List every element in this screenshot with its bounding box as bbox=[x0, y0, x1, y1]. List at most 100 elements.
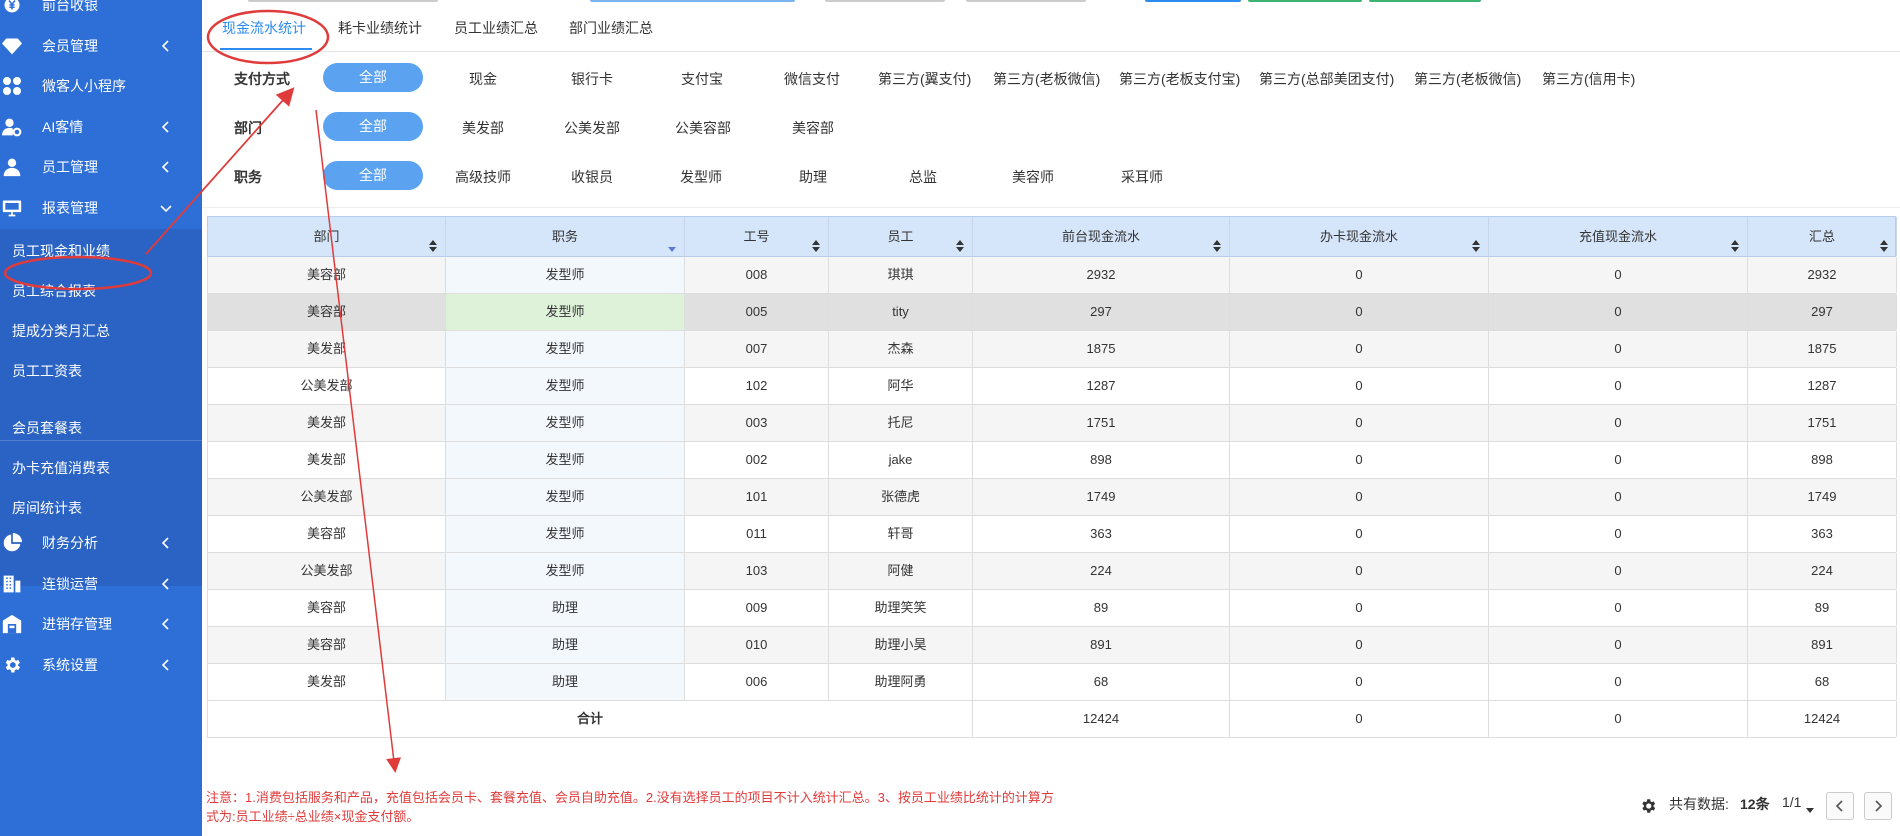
pager-pages[interactable]: 1/1 bbox=[1782, 794, 1801, 810]
sidebar-item-finance[interactable]: 财务分析 bbox=[0, 521, 202, 565]
sort-icon[interactable] bbox=[956, 229, 964, 252]
sidebar-item-reports[interactable]: 报表管理 bbox=[0, 186, 202, 230]
filter-option-role-4[interactable]: 助理 bbox=[799, 167, 827, 187]
table-cell: 005 bbox=[685, 294, 829, 330]
filter-option-payment-9[interactable]: 第三方(老板微信) bbox=[1414, 69, 1521, 89]
table-cell: 009 bbox=[685, 590, 829, 626]
sidebar-subitem-payroll[interactable]: 员工工资表 bbox=[0, 349, 202, 393]
filter-option-payment-2[interactable]: 银行卡 bbox=[571, 69, 613, 89]
prev-page-button[interactable] bbox=[1826, 792, 1854, 820]
sidebar-subitem-commission-monthly[interactable]: 提成分类月汇总 bbox=[0, 309, 202, 353]
sidebar-subitem-card-recharge[interactable]: 办卡充值消费表 bbox=[0, 446, 202, 490]
filter-option-role-7[interactable]: 采耳师 bbox=[1121, 167, 1163, 187]
sort-icon[interactable] bbox=[1213, 229, 1221, 252]
table-row[interactable]: 美发部 发型师 007 杰森 1875 0 0 1875 bbox=[207, 331, 1897, 368]
sort-desc-icon[interactable] bbox=[668, 229, 676, 252]
report-tabs: 现金流水统计 耗卡业绩统计 员工业绩汇总 部门业绩汇总 bbox=[202, 0, 1900, 52]
filter-option-role-6[interactable]: 美容师 bbox=[1012, 167, 1054, 187]
table-cell: 891 bbox=[1748, 627, 1897, 663]
filter-option-payment-3[interactable]: 支付宝 bbox=[681, 69, 723, 89]
column-header-6[interactable]: 充值现金流水 bbox=[1489, 217, 1748, 256]
filter-option-role-0[interactable]: 全部 bbox=[323, 161, 423, 190]
sidebar-item-inventory[interactable]: 进销存管理 bbox=[0, 602, 202, 646]
table-cell: 助理阿勇 bbox=[829, 664, 973, 700]
table-cell: 0 bbox=[1230, 516, 1489, 552]
column-header-0[interactable]: 部门 bbox=[208, 217, 446, 256]
table-cell: 0 bbox=[1489, 553, 1748, 589]
table-row[interactable]: 美容部 助理 010 助理小昊 891 0 0 891 bbox=[207, 627, 1897, 664]
sort-icon[interactable] bbox=[1880, 229, 1888, 252]
column-header-5[interactable]: 办卡现金流水 bbox=[1230, 217, 1489, 256]
table-cell: 0 bbox=[1230, 331, 1489, 367]
filter-option-department-0[interactable]: 全部 bbox=[323, 112, 423, 141]
filter-option-department-3[interactable]: 公美容部 bbox=[675, 118, 731, 138]
table-cell: 898 bbox=[1748, 442, 1897, 478]
column-header-3[interactable]: 员工 bbox=[829, 217, 973, 256]
table-cell: 003 bbox=[685, 405, 829, 441]
table-row[interactable]: 美容部 发型师 008 琪琪 2932 0 0 2932 bbox=[207, 257, 1897, 294]
column-header-4[interactable]: 前台现金流水 bbox=[973, 217, 1230, 256]
tab-cash-flow[interactable]: 现金流水统计 bbox=[222, 18, 306, 38]
table-row[interactable]: 公美发部 发型师 103 阿健 224 0 0 224 bbox=[207, 553, 1897, 590]
filter-option-payment-10[interactable]: 第三方(信用卡) bbox=[1542, 69, 1635, 89]
filter-option-payment-1[interactable]: 现金 bbox=[469, 69, 497, 89]
tab-department-summary[interactable]: 部门业绩汇总 bbox=[569, 18, 653, 38]
column-header-1[interactable]: 职务 bbox=[446, 217, 685, 256]
table-row[interactable]: 美发部 发型师 002 jake 898 0 0 898 bbox=[207, 442, 1897, 479]
sort-icon[interactable] bbox=[429, 229, 437, 252]
sidebar-item-staff[interactable]: 员工管理 bbox=[0, 145, 202, 189]
table-row[interactable]: 公美发部 发型师 101 张德虎 1749 0 0 1749 bbox=[207, 479, 1897, 516]
filter-option-role-1[interactable]: 高级技师 bbox=[455, 167, 511, 187]
table-cell: 美容部 bbox=[208, 516, 446, 552]
filter-option-department-2[interactable]: 公美发部 bbox=[564, 118, 620, 138]
filter-option-payment-6[interactable]: 第三方(老板微信) bbox=[993, 69, 1100, 89]
sidebar-item-ai-relations[interactable]: AI客情 bbox=[0, 105, 202, 149]
table-cell: 2932 bbox=[1748, 257, 1897, 293]
caret-down-icon[interactable] bbox=[1806, 801, 1814, 819]
sidebar-item-members[interactable]: 会员管理 bbox=[0, 24, 202, 68]
next-page-button[interactable] bbox=[1864, 792, 1892, 820]
total-cell-front: 12424 bbox=[973, 701, 1230, 737]
sort-icon[interactable] bbox=[1731, 229, 1739, 252]
chevron-left-icon bbox=[158, 616, 174, 632]
table-cell: 公美发部 bbox=[208, 368, 446, 404]
filter-option-payment-0[interactable]: 全部 bbox=[323, 63, 423, 92]
filter-option-payment-7[interactable]: 第三方(老板支付宝) bbox=[1119, 69, 1240, 89]
column-header-7[interactable]: 汇总 bbox=[1748, 217, 1897, 256]
table-row[interactable]: 美发部 助理 006 助理阿勇 68 0 0 68 bbox=[207, 664, 1897, 701]
filter-option-role-2[interactable]: 收银员 bbox=[571, 167, 613, 187]
sidebar-item-label: 会员管理 bbox=[42, 37, 98, 54]
table-row[interactable]: 美容部 发型师 005 tity 297 0 0 297 bbox=[207, 294, 1897, 331]
filter-option-role-5[interactable]: 总监 bbox=[909, 167, 937, 187]
table-row[interactable]: 公美发部 发型师 102 阿华 1287 0 0 1287 bbox=[207, 368, 1897, 405]
tab-card-performance[interactable]: 耗卡业绩统计 bbox=[338, 18, 422, 38]
column-header-2[interactable]: 工号 bbox=[685, 217, 829, 256]
filter-option-department-4[interactable]: 美容部 bbox=[792, 118, 834, 138]
sidebar-item-label: 进销存管理 bbox=[42, 616, 112, 632]
sidebar-item-chain[interactable]: 连锁运营 bbox=[0, 562, 202, 606]
table-cell: 007 bbox=[685, 331, 829, 367]
table-row[interactable]: 美发部 发型师 003 托尼 1751 0 0 1751 bbox=[207, 405, 1897, 442]
sort-icon[interactable] bbox=[1472, 229, 1480, 252]
sidebar-subitem-staff-report[interactable]: 员工综合报表 bbox=[0, 269, 202, 313]
table-cell: 0 bbox=[1489, 257, 1748, 293]
total-cell-recharge: 0 bbox=[1489, 701, 1748, 737]
tab-staff-summary[interactable]: 员工业绩汇总 bbox=[454, 18, 538, 38]
sidebar-item-settings[interactable]: 系统设置 bbox=[0, 643, 202, 687]
chevron-left-icon bbox=[1835, 800, 1843, 812]
filter-option-payment-4[interactable]: 微信支付 bbox=[784, 69, 840, 89]
table-cell: 102 bbox=[685, 368, 829, 404]
table-cell: 公美发部 bbox=[208, 553, 446, 589]
filter-option-payment-8[interactable]: 第三方(总部美团支付) bbox=[1259, 69, 1394, 89]
table-cell: 1751 bbox=[1748, 405, 1897, 441]
sidebar-subitem-staff-cash[interactable]: 员工现金和业绩 bbox=[0, 229, 202, 273]
sort-icon[interactable] bbox=[812, 229, 820, 252]
filter-option-role-3[interactable]: 发型师 bbox=[680, 167, 722, 187]
settings-icon[interactable] bbox=[1639, 797, 1657, 815]
filter-option-department-1[interactable]: 美发部 bbox=[462, 118, 504, 138]
table-row[interactable]: 美容部 助理 009 助理笑笑 89 0 0 89 bbox=[207, 590, 1897, 627]
sidebar-subitem-member-packages[interactable]: 会员套餐表 bbox=[0, 406, 202, 450]
filter-option-payment-5[interactable]: 第三方(翼支付) bbox=[878, 69, 971, 89]
table-row[interactable]: 美容部 发型师 011 轩哥 363 0 0 363 bbox=[207, 516, 1897, 553]
sidebar-item-mini-program[interactable]: 微客人小程序 bbox=[0, 64, 202, 108]
